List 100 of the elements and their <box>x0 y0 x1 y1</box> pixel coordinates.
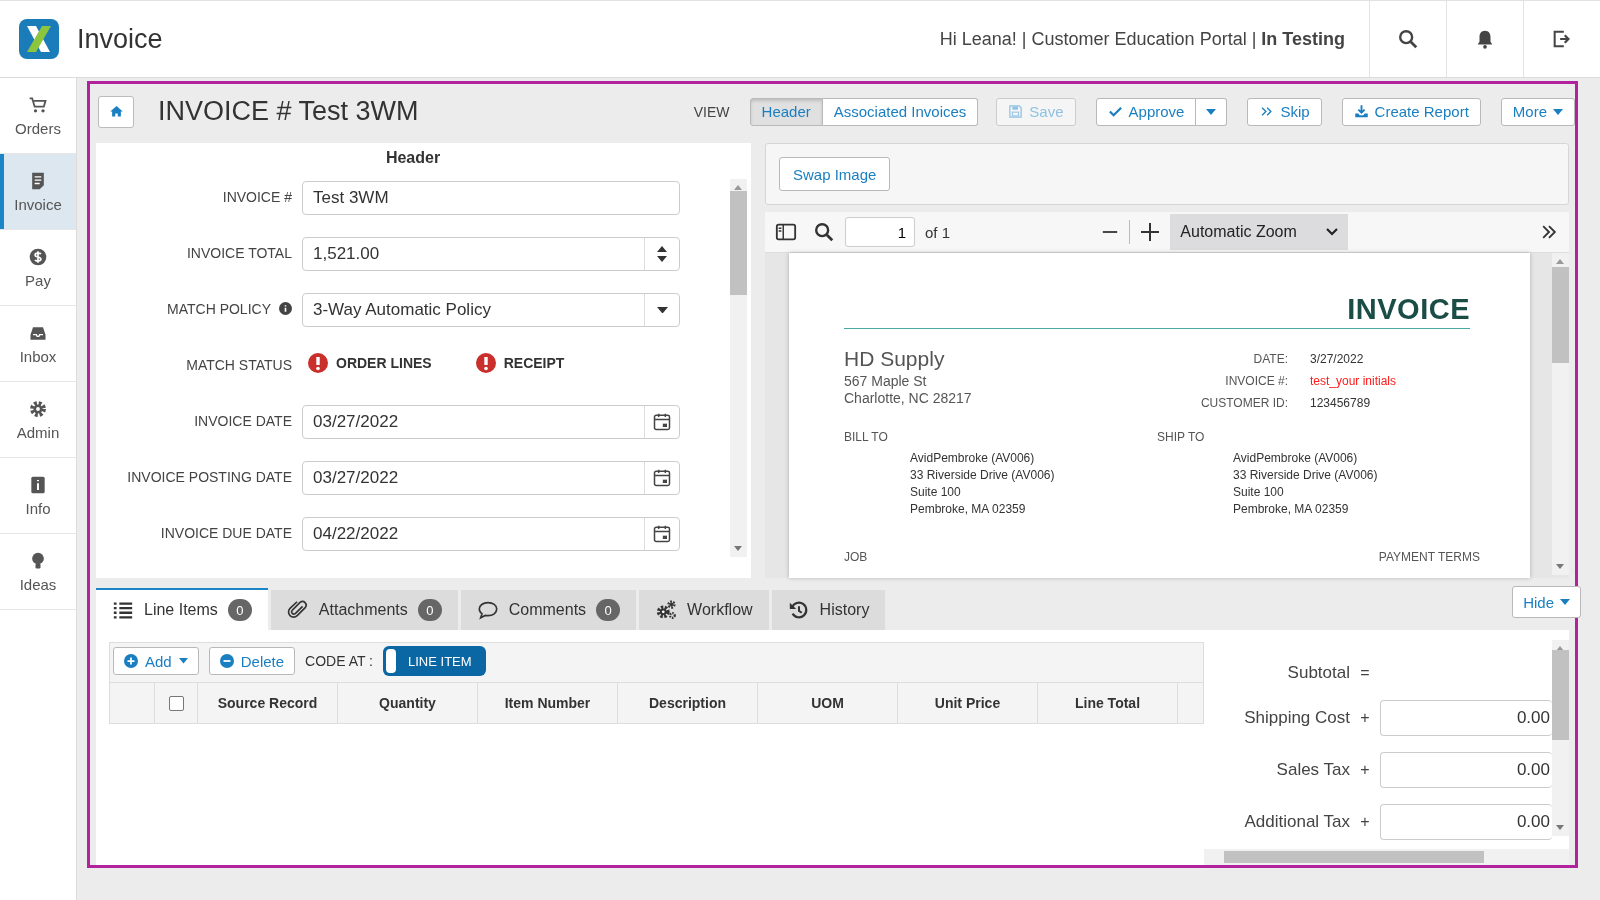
address-line: AvidPembroke (AV006) <box>910 450 1036 467</box>
spinner-icon[interactable] <box>657 246 667 262</box>
sidebar-item[interactable]: Ideas <box>0 534 76 610</box>
total-label: Sales Tax <box>1275 760 1350 780</box>
calendar-icon <box>652 412 672 432</box>
scrollbar[interactable] <box>730 179 747 557</box>
info-icon <box>279 302 292 315</box>
date-field[interactable]: 03/27/2022 <box>302 461 680 495</box>
delete-button[interactable]: Delete <box>208 647 296 675</box>
paperclip-icon <box>286 599 309 621</box>
toolbar-button[interactable]: Skip <box>1247 97 1322 126</box>
caret-icon <box>1553 108 1563 115</box>
count-badge: 0 <box>227 599 252 621</box>
tab[interactable]: Attachments 0 <box>270 590 458 630</box>
meta-label: DATE: <box>1252 352 1288 366</box>
date-field[interactable]: 04/22/2022 <box>302 517 680 551</box>
dropdown-button[interactable] <box>1196 97 1228 126</box>
download-icon <box>1353 104 1369 119</box>
address-line: 33 Riverside Drive (AV006) <box>910 467 1056 484</box>
gear-icon <box>28 398 48 419</box>
calendar-icon <box>652 524 672 544</box>
field-label: INVOICE # <box>222 189 292 205</box>
sidebar-item[interactable]: Pay <box>0 230 76 306</box>
sidebar-item[interactable]: Info <box>0 458 76 534</box>
column-header[interactable]: Line Total <box>1038 683 1178 723</box>
greeting-text: Hi Leana! | Customer Education Portal | In Testing <box>939 28 1345 50</box>
view-label: VIEW <box>693 103 730 120</box>
company-name: HD Supply <box>844 347 946 371</box>
swap-image-button[interactable]: Swap Image <box>779 157 891 191</box>
search-icon <box>1397 28 1419 50</box>
cart-icon <box>28 94 48 115</box>
page-number-field[interactable]: 1 <box>845 217 915 247</box>
tab[interactable]: History <box>771 590 886 630</box>
search-icon <box>813 221 835 243</box>
column-header[interactable]: Source Record <box>198 683 338 723</box>
scrollbar[interactable] <box>1204 849 1569 865</box>
add-button[interactable]: Add <box>113 647 199 675</box>
column-header[interactable]: Unit Price <box>898 683 1038 723</box>
zoom-in-button[interactable] <box>1140 222 1161 242</box>
column-header[interactable]: UOM <box>758 683 898 723</box>
plus-icon <box>124 654 138 668</box>
operator-sign: = <box>1359 664 1371 682</box>
view-toggle[interactable]: Associated Invoices <box>822 97 979 126</box>
input-field[interactable]: Test 3WM <box>302 181 680 215</box>
home-button[interactable] <box>98 95 134 128</box>
date-field[interactable]: 03/27/2022 <box>302 405 680 439</box>
address-line: 33 Riverside Drive (AV006) <box>1233 467 1379 484</box>
tab[interactable]: Line Items 0 <box>96 588 268 630</box>
minus-icon <box>219 654 234 668</box>
scrollbar[interactable] <box>1552 640 1569 836</box>
logo-icon <box>19 19 59 59</box>
sidebar-item[interactable]: Invoice <box>0 154 76 230</box>
total-label: Additional Tax <box>1243 812 1350 832</box>
app-title: Invoice <box>77 23 163 55</box>
operator-sign: + <box>1359 813 1371 831</box>
column-header[interactable]: Item Number <box>478 683 618 723</box>
tab[interactable]: Workflow <box>639 590 769 630</box>
caret-icon <box>1560 599 1570 605</box>
meta-label: CUSTOMER ID: <box>1200 396 1288 410</box>
toolbar-button[interactable]: Create Report <box>1341 97 1481 126</box>
list-icon <box>112 599 134 621</box>
speech-bubble-icon <box>476 599 499 621</box>
dropdown-field[interactable]: 3-Way Automatic Policy <box>302 293 680 327</box>
scrollbar[interactable] <box>1552 253 1569 575</box>
meta-value: 123456789 <box>1310 396 1372 410</box>
panel-icon <box>775 221 797 243</box>
home-icon <box>108 104 124 119</box>
sidebar-item[interactable]: Inbox <box>0 306 76 382</box>
column-header[interactable]: Description <box>618 683 758 723</box>
section-label: JOB <box>844 550 868 564</box>
history-icon <box>787 599 810 621</box>
zoom-dropdown[interactable]: Automatic Zoom <box>1170 214 1349 250</box>
column-header[interactable]: Quantity <box>338 683 478 723</box>
field-label: MATCH POLICY <box>167 301 271 317</box>
search-button[interactable] <box>1397 28 1419 50</box>
sidebar-toggle-button[interactable] <box>775 221 797 243</box>
sidebar-item[interactable]: Admin <box>0 382 76 458</box>
toolbar-button[interactable]: Approve <box>1095 97 1197 126</box>
address-line: Charlotte, NC 28217 <box>844 390 972 407</box>
toggle-switch[interactable]: LINE ITEM <box>383 646 486 676</box>
field-label: CODE AT : <box>305 653 373 669</box>
field-label: MATCH STATUS <box>186 357 292 373</box>
amount-field[interactable]: 0.00 <box>1380 700 1552 736</box>
address-line: Suite 100 <box>910 484 962 501</box>
amount-field[interactable]: 0.00 <box>1380 752 1552 788</box>
count-badge: 0 <box>596 599 621 621</box>
search-button[interactable] <box>813 221 835 243</box>
meta-value: test_your initials <box>1310 374 1398 388</box>
hide-button[interactable]: Hide <box>1512 586 1581 618</box>
dropdown-button[interactable]: More <box>1500 97 1575 126</box>
field-label: INVOICE POSTING DATE <box>127 469 292 485</box>
amount-field[interactable]: 0.00 <box>1380 804 1552 840</box>
tab[interactable]: Comments 0 <box>460 590 637 630</box>
total-label: Shipping Cost <box>1243 708 1350 728</box>
caret-icon <box>178 658 188 664</box>
calendar-icon <box>652 468 672 488</box>
section-label: BILL TO <box>844 430 889 444</box>
status-label: RECEIPT <box>503 355 565 371</box>
number-field[interactable]: 1,521.00 <box>302 237 680 271</box>
checkbox[interactable] <box>168 695 184 711</box>
